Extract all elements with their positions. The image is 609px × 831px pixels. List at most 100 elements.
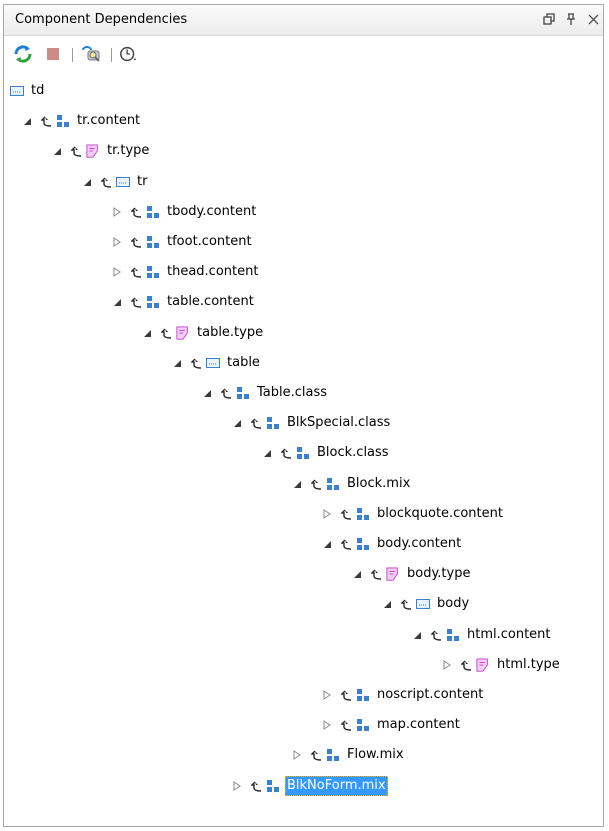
dependency-tree[interactable]: td tr.content tr.type tr tbody.content tfoot.…: [4, 75, 603, 826]
tree-node[interactable]: tr.content: [20, 109, 142, 133]
tree-node[interactable]: tr: [80, 170, 149, 194]
expand-twisty-icon[interactable]: [320, 502, 334, 526]
component-dependencies-view: Component Dependencies td tr.content tr.…: [3, 4, 604, 827]
tree-node[interactable]: Table.class: [200, 381, 329, 405]
tree-node[interactable]: html.type: [440, 653, 562, 677]
tree-node[interactable]: blockquote.content: [320, 502, 505, 526]
tree-node[interactable]: map.content: [320, 713, 462, 737]
tree-node[interactable]: Block.class: [260, 441, 391, 465]
tree-node[interactable]: noscript.content: [320, 683, 485, 707]
tree-node-label: Flow.mix: [347, 747, 404, 762]
tree-node-label: tbody.content: [167, 204, 257, 219]
collapse-twisty-icon[interactable]: [380, 592, 394, 616]
type-icon: [476, 658, 490, 672]
tree-node[interactable]: BlkNoForm.mix: [230, 774, 388, 798]
referenced-by-arrow-icon: [430, 623, 442, 647]
collapse-twisty-icon[interactable]: [50, 139, 64, 163]
referenced-by-arrow-icon: [130, 230, 142, 254]
tree-node-label: td: [31, 83, 45, 98]
history-button[interactable]: [118, 43, 140, 65]
define-icon: [356, 537, 370, 551]
close-button[interactable]: [584, 10, 602, 28]
search-references-button[interactable]: [80, 43, 102, 65]
collapse-twisty-icon[interactable]: [200, 381, 214, 405]
collapse-twisty-icon[interactable]: [350, 562, 364, 586]
tree-node[interactable]: tbody.content: [110, 200, 258, 224]
define-icon: [266, 416, 280, 430]
expand-twisty-icon[interactable]: [110, 230, 124, 254]
refresh-button[interactable]: [12, 43, 34, 65]
define-icon: [236, 386, 250, 400]
collapse-twisty-icon[interactable]: [80, 170, 94, 194]
tree-node[interactable]: BlkSpecial.class: [230, 411, 392, 435]
tree-node[interactable]: tr.type: [50, 139, 151, 163]
type-icon: [86, 144, 100, 158]
collapse-twisty-icon[interactable]: [110, 290, 124, 314]
stop-icon: [47, 48, 59, 60]
tree-node-label: map.content: [377, 717, 460, 732]
tree-node-label: body.content: [377, 536, 462, 551]
tree-node[interactable]: tfoot.content: [110, 230, 254, 254]
tree-node[interactable]: Block.mix: [290, 472, 412, 496]
referenced-by-arrow-icon: [310, 743, 322, 767]
tree-node-label: Block.mix: [347, 476, 411, 491]
referenced-by-arrow-icon: [100, 170, 112, 194]
expand-twisty-icon[interactable]: [230, 774, 244, 798]
referenced-by-arrow-icon: [130, 260, 142, 284]
define-icon: [326, 477, 340, 491]
define-icon: [146, 295, 160, 309]
collapse-twisty-icon[interactable]: [410, 623, 424, 647]
define-icon: [296, 446, 310, 460]
define-icon: [356, 688, 370, 702]
expand-twisty-icon[interactable]: [440, 653, 454, 677]
tree-node[interactable]: table: [170, 351, 262, 375]
define-icon: [356, 507, 370, 521]
referenced-by-arrow-icon: [130, 200, 142, 224]
referenced-by-arrow-icon: [220, 381, 232, 405]
tree-node-label: tr: [137, 174, 148, 189]
toolbar-separator: [111, 48, 112, 62]
tree-node[interactable]: table.type: [140, 321, 265, 345]
tree-node[interactable]: body.content: [320, 532, 463, 556]
close-icon: [588, 14, 598, 24]
restore-button[interactable]: [540, 10, 558, 28]
tree-node-label: tr.content: [77, 113, 141, 128]
collapse-twisty-icon[interactable]: [230, 411, 244, 435]
tree-node-label: noscript.content: [377, 687, 484, 702]
tree-node[interactable]: Flow.mix: [290, 743, 406, 767]
expand-twisty-icon[interactable]: [110, 260, 124, 284]
view-toolbar: [4, 36, 603, 70]
referenced-by-arrow-icon: [310, 472, 322, 496]
collapse-twisty-icon[interactable]: [260, 441, 274, 465]
tree-node[interactable]: body.type: [350, 562, 472, 586]
tree-node[interactable]: thead.content: [110, 260, 260, 284]
referenced-by-arrow-icon: [190, 351, 202, 375]
referenced-by-arrow-icon: [400, 592, 412, 616]
collapse-twisty-icon[interactable]: [170, 351, 184, 375]
tree-node[interactable]: table.content: [110, 290, 256, 314]
collapse-twisty-icon[interactable]: [20, 109, 34, 133]
referenced-by-arrow-icon: [40, 109, 52, 133]
expand-twisty-icon[interactable]: [110, 200, 124, 224]
collapse-twisty-icon[interactable]: [140, 321, 154, 345]
collapse-twisty-icon[interactable]: [320, 532, 334, 556]
view-title: Component Dependencies: [15, 12, 188, 27]
stop-button[interactable]: [42, 43, 64, 65]
tree-node[interactable]: body: [380, 592, 471, 616]
expand-twisty-icon[interactable]: [320, 683, 334, 707]
tree-node-label: table.content: [167, 294, 254, 309]
pin-button[interactable]: [562, 10, 580, 28]
refresh-icon: [14, 45, 32, 63]
tree-node[interactable]: html.content: [410, 623, 553, 647]
type-icon: [386, 567, 400, 581]
referenced-by-arrow-icon: [340, 502, 352, 526]
define-icon: [146, 235, 160, 249]
referenced-by-arrow-icon: [250, 411, 262, 435]
tree-node[interactable]: td: [10, 79, 46, 103]
tree-node-label: html.type: [497, 657, 560, 672]
history-icon: [120, 46, 137, 62]
tree-node-label: BlkNoForm.mix: [285, 776, 388, 796]
expand-twisty-icon[interactable]: [320, 713, 334, 737]
collapse-twisty-icon[interactable]: [290, 472, 304, 496]
expand-twisty-icon[interactable]: [290, 743, 304, 767]
